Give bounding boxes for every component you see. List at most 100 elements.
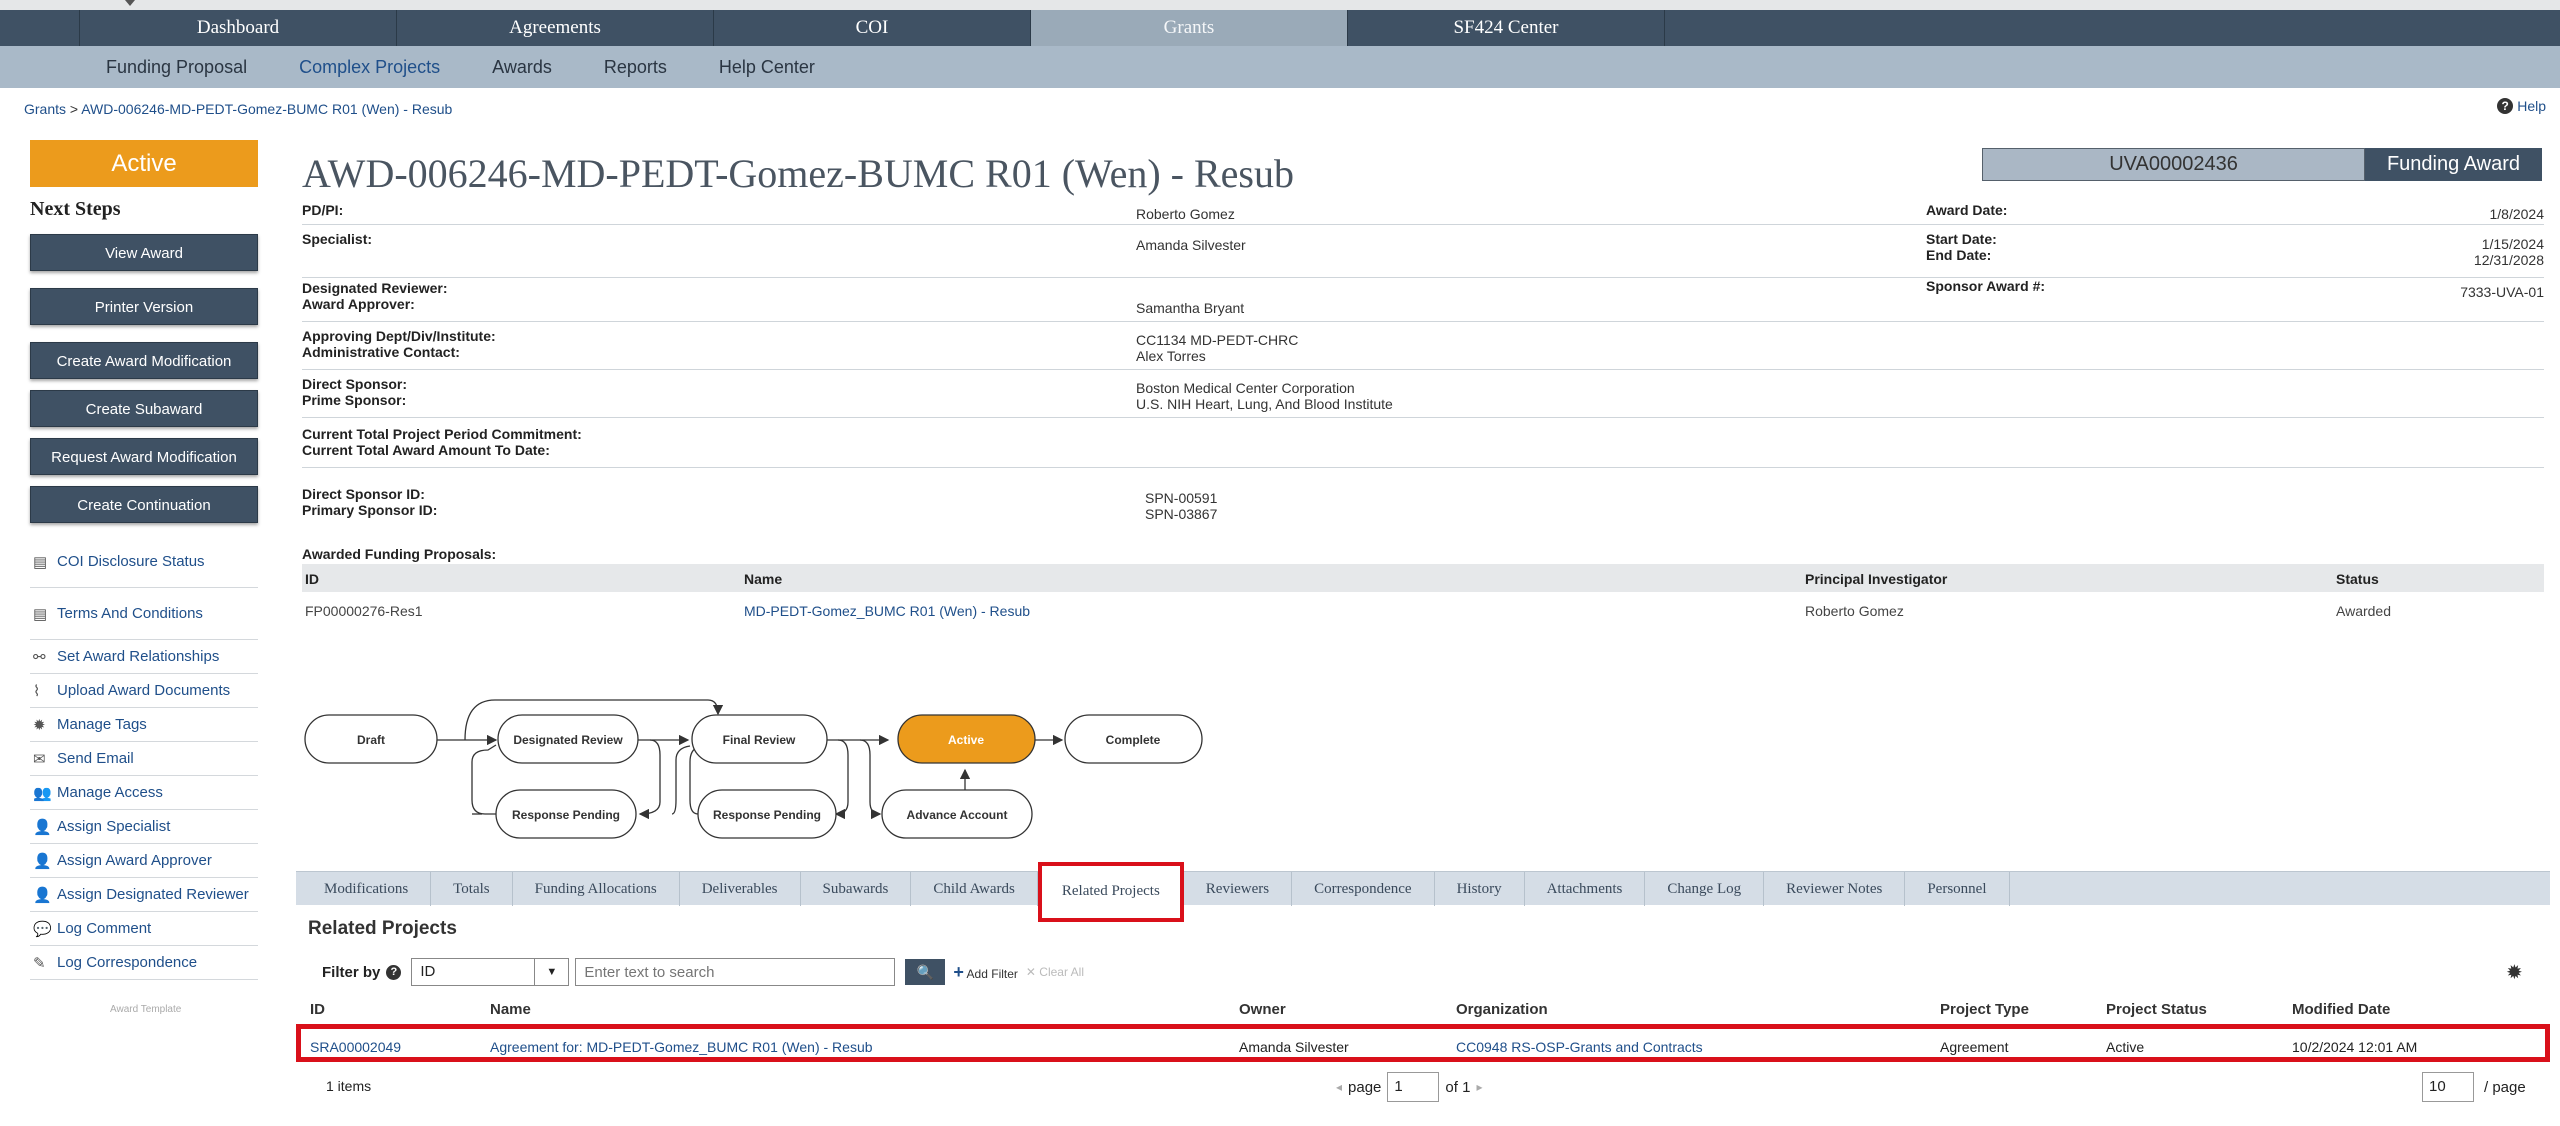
tab-related-projects[interactable]: Related Projects [1037, 861, 1184, 922]
plus-icon: + [953, 961, 964, 982]
prev-page-icon[interactable]: ◂ [1336, 1080, 1342, 1094]
page-size-input[interactable]: 10 [2422, 1072, 2474, 1102]
tab-funding-allocations[interactable]: Funding Allocations [513, 871, 680, 906]
workflow-label: Complete [1106, 733, 1161, 747]
direct-sponsor-id-value: SPN-00591 [1145, 490, 1218, 506]
create-award-modification-button[interactable]: Create Award Modification [30, 342, 258, 379]
top-strip [0, 0, 2560, 10]
side-link-assign-designated-reviewer[interactable]: 👤 Assign Designated Reviewer [30, 878, 258, 912]
workflow-diagram: Draft Designated Review Final Review Act… [304, 699, 1203, 839]
start-date-value: 1/15/2024 [2481, 236, 2544, 252]
project-name-link[interactable]: Agreement for: MD-PEDT-Gomez_BUMC R01 (W… [490, 1039, 873, 1055]
filter-bar: Filter by ? ID ▼ 🔍 + Add Filter ✕ Clear … [322, 958, 1084, 986]
question-icon: ? [2497, 98, 2514, 114]
side-link-upload-award-documents[interactable]: ⌇ Upload Award Documents [30, 674, 258, 708]
filter-field-select[interactable]: ID ▼ [411, 958, 570, 986]
breadcrumb-current[interactable]: AWD-006246-MD-PEDT-Gomez-BUMC R01 (Wen) … [81, 101, 452, 117]
workflow-label: Final Review [723, 733, 796, 747]
request-award-modification-button[interactable]: Request Award Modification [30, 438, 258, 475]
nav-tab-grants[interactable]: Grants [1031, 10, 1348, 46]
user-plus-icon: 👤 [33, 852, 52, 870]
pagination: ◂ page 1 of 1 ▸ [1336, 1072, 1482, 1102]
subnav-complex-projects[interactable]: Complex Projects [299, 57, 440, 78]
create-continuation-button[interactable]: Create Continuation [30, 486, 258, 523]
table-row[interactable]: SRA00002049 Agreement for: MD-PEDT-Gomez… [296, 1024, 2550, 1062]
search-input[interactable] [575, 958, 896, 986]
side-link-assign-award-approver[interactable]: 👤 Assign Award Approver [30, 844, 258, 878]
tab-modifications[interactable]: Modifications [302, 871, 432, 906]
next-page-icon[interactable]: ▸ [1476, 1080, 1482, 1094]
side-link-coi-disclosure-status[interactable]: ▤ COI Disclosure Status [30, 536, 258, 588]
add-filter-button[interactable]: + Add Filter [953, 962, 1018, 983]
award-type-badge: Funding Award [2365, 148, 2542, 181]
prime-sponsor-value: U.S. NIH Heart, Lung, And Blood Institut… [1136, 396, 1393, 412]
tab-totals[interactable]: Totals [431, 871, 513, 906]
tab-change-log[interactable]: Change Log [1645, 871, 1765, 906]
tab-personnel[interactable]: Personnel [1905, 871, 2010, 906]
search-button[interactable]: 🔍 [905, 959, 946, 985]
tab-child-awards[interactable]: Child Awards [911, 871, 1038, 906]
help-link[interactable]: ? Help [2497, 98, 2546, 114]
side-link-log-correspondence[interactable]: ✎ Log Correspondence [30, 946, 258, 980]
approving-dept-value: CC1134 MD-PEDT-CHRC [1136, 332, 1299, 348]
nav-tab-coi[interactable]: COI [714, 10, 1031, 46]
main-nav: Dashboard Agreements COI Grants SF424 Ce… [0, 10, 2560, 46]
field-row-specialist: Specialist: Amanda Silvester Start Date:… [302, 225, 2544, 278]
caret-down-icon[interactable] [125, 0, 135, 6]
side-link-log-comment[interactable]: 💬 Log Comment [30, 912, 258, 946]
side-link-send-email[interactable]: ✉ Send Email [30, 742, 258, 776]
side-link-manage-tags[interactable]: ✹ Manage Tags [30, 708, 258, 742]
view-award-button[interactable]: View Award [30, 234, 258, 271]
users-icon: 👥 [33, 784, 52, 802]
nav-tab-dashboard[interactable]: Dashboard [80, 10, 397, 46]
clear-all-button[interactable]: ✕ Clear All [1026, 965, 1084, 979]
breadcrumb: Grants > AWD-006246-MD-PEDT-Gomez-BUMC R… [24, 101, 453, 117]
tab-history[interactable]: History [1435, 871, 1525, 906]
subnav-help-center[interactable]: Help Center [719, 57, 815, 78]
award-tabs: Modifications Totals Funding Allocations… [296, 861, 2550, 922]
sub-nav: Funding Proposal Complex Projects Awards… [0, 46, 2560, 88]
tab-deliverables[interactable]: Deliverables [680, 871, 801, 906]
funding-proposal-link[interactable]: MD-PEDT-Gomez_BUMC R01 (Wen) - Resub [744, 603, 1030, 619]
breadcrumb-grants-link[interactable]: Grants [24, 101, 66, 117]
tab-correspondence[interactable]: Correspondence [1292, 871, 1435, 906]
admin-contact-value: Alex Torres [1136, 348, 1206, 364]
field-row-dept: Approving Dept/Div/Institute: Administra… [302, 322, 2544, 370]
funding-proposals-header: ID Name Principal Investigator Status [302, 564, 2544, 592]
tab-reviewers[interactable]: Reviewers [1184, 871, 1293, 906]
next-steps-title: Next Steps [30, 198, 121, 220]
workflow-label: Response Pending [512, 808, 620, 822]
subnav-reports[interactable]: Reports [604, 57, 667, 78]
sponsor-award-value: 7333-UVA-01 [2460, 284, 2544, 300]
question-icon[interactable]: ? [386, 964, 402, 980]
field-row-sponsor-ids: Direct Sponsor ID: Primary Sponsor ID: S… [302, 486, 1218, 522]
relationship-icon: ⚯ [33, 648, 46, 666]
comment-icon: 💬 [33, 920, 52, 938]
subnav-awards[interactable]: Awards [492, 57, 552, 78]
gear-icon[interactable]: ✹ [2506, 960, 2523, 985]
field-row-commitment: Current Total Project Period Commitment:… [302, 418, 2544, 468]
user-plus-icon: 👤 [33, 886, 52, 904]
tab-subawards[interactable]: Subawards [801, 871, 912, 906]
organization-link[interactable]: CC0948 RS-OSP-Grants and Contracts [1456, 1039, 1703, 1055]
end-date-value: 12/31/2028 [2473, 252, 2544, 268]
project-id-link[interactable]: SRA00002049 [310, 1039, 401, 1055]
page-number-input[interactable]: 1 [1387, 1072, 1440, 1102]
template-note: Award Template [110, 1004, 182, 1015]
side-link-terms-and-conditions[interactable]: ▤ Terms And Conditions [30, 588, 258, 640]
printer-version-button[interactable]: Printer Version [30, 288, 258, 325]
create-subaward-button[interactable]: Create Subaward [30, 390, 258, 427]
direct-sponsor-value: Boston Medical Center Corporation [1136, 380, 1355, 396]
subnav-funding-proposal[interactable]: Funding Proposal [106, 57, 247, 78]
side-link-set-award-relationships[interactable]: ⚯ Set Award Relationships [30, 640, 258, 674]
tab-reviewer-notes[interactable]: Reviewer Notes [1764, 871, 1906, 906]
tab-attachments[interactable]: Attachments [1525, 871, 1646, 906]
nav-tab-sf424-center[interactable]: SF424 Center [1348, 10, 1665, 46]
paperclip-icon: ⌇ [33, 682, 41, 700]
side-link-assign-specialist[interactable]: 👤 Assign Specialist [30, 810, 258, 844]
pencil-icon: ✎ [33, 954, 46, 972]
page-title: AWD-006246-MD-PEDT-Gomez-BUMC R01 (Wen) … [302, 151, 1294, 196]
side-link-manage-access[interactable]: 👥 Manage Access [30, 776, 258, 810]
primary-sponsor-id-value: SPN-03867 [1145, 506, 1218, 522]
nav-tab-agreements[interactable]: Agreements [397, 10, 714, 46]
